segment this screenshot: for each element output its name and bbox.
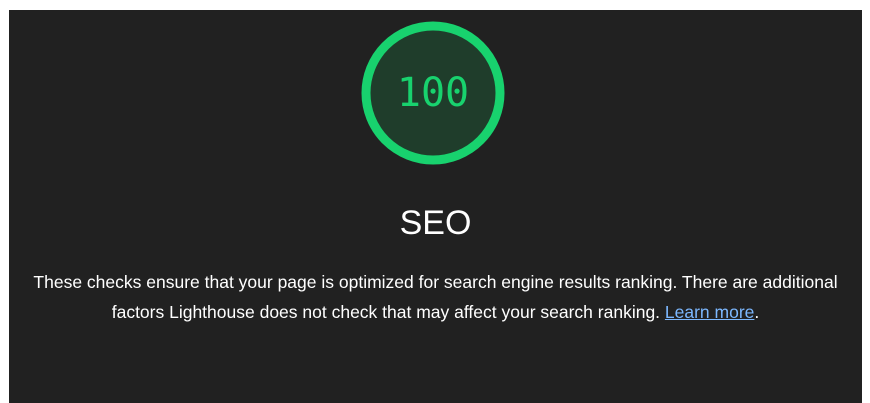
learn-more-link[interactable]: Learn more: [665, 302, 755, 322]
category-title: SEO: [399, 204, 472, 242]
trailing-period: .: [754, 302, 760, 322]
score-value: 100: [396, 70, 470, 116]
score-gauge[interactable]: 100: [359, 19, 507, 167]
category-description: These checks ensure that your page is op…: [19, 267, 852, 327]
category-panel: 100 SEO These checks ensure that your pa…: [9, 10, 862, 403]
